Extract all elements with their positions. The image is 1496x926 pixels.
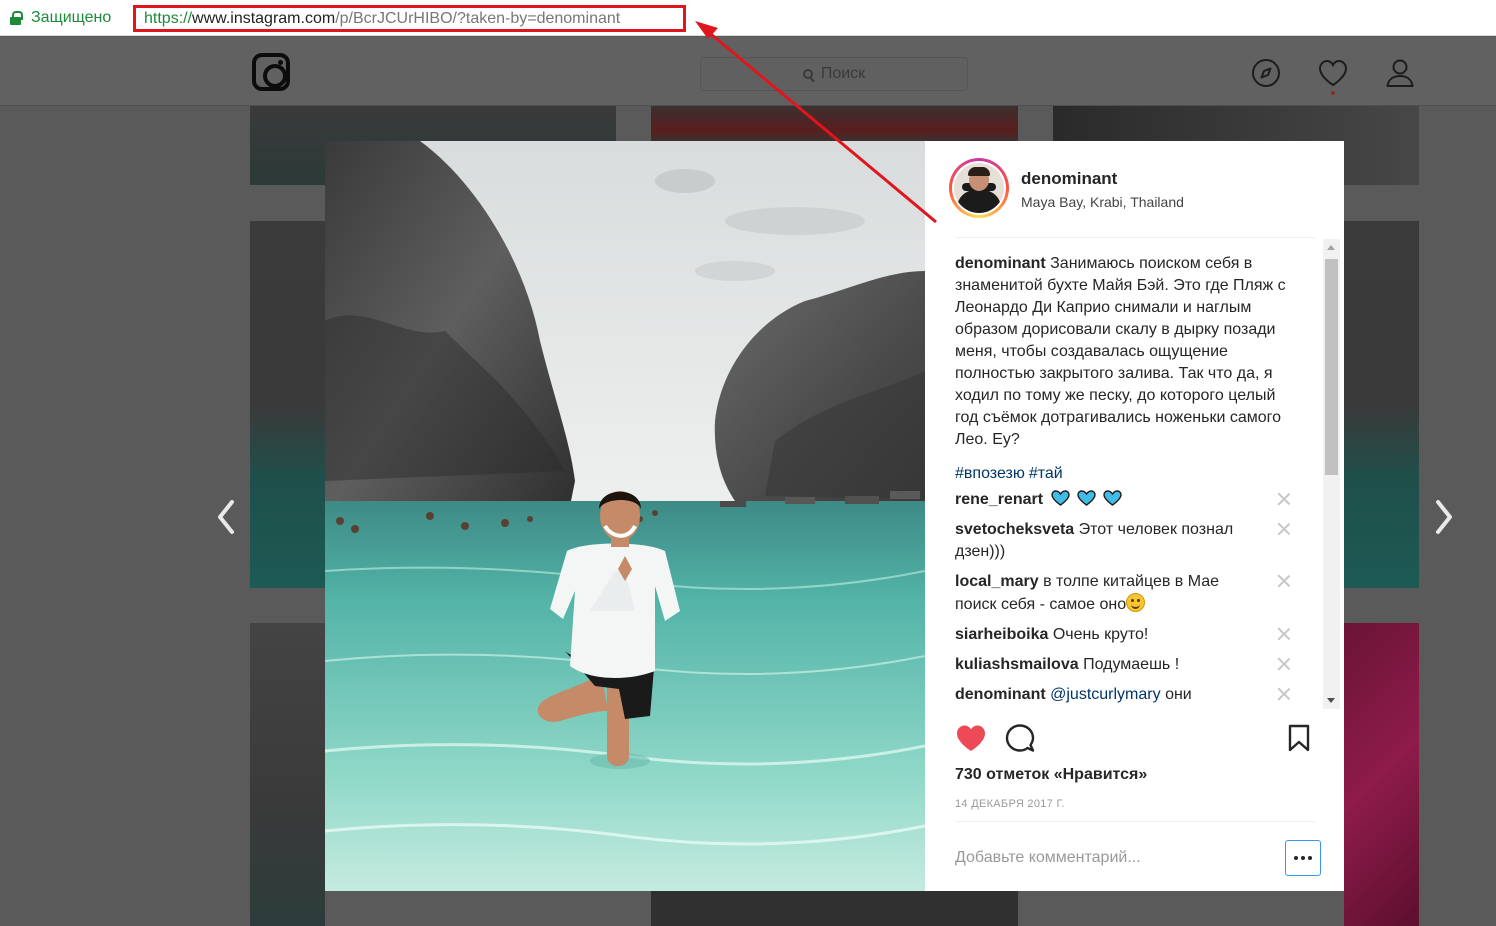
smile-emoji-icon: [1126, 593, 1146, 612]
grid-thumbnail[interactable]: [651, 891, 1018, 926]
post-header: denominant Maya Bay, Krabi, Thailand: [925, 141, 1344, 237]
comment-username[interactable]: rene_renart: [955, 491, 1043, 508]
lock-icon: [10, 11, 23, 25]
previous-post-arrow-icon[interactable]: [215, 498, 237, 536]
next-post-arrow-icon[interactable]: [1433, 498, 1455, 536]
blue-heart-emoji-icon: [1077, 490, 1096, 506]
secure-indicator[interactable]: Защищено: [10, 7, 111, 29]
comment-username[interactable]: svetocheksveta: [955, 521, 1074, 538]
comment-item: kuliashsmailova Подумаешь !: [955, 654, 1300, 676]
caption-text: Занимаюсь поиском себя в знаменитой бухт…: [955, 255, 1286, 448]
notification-dot: [1331, 91, 1335, 95]
blue-heart-emoji-icon: [1103, 490, 1123, 506]
comment-text: Подумаешь !: [1083, 656, 1180, 673]
post-caption: denominant Занимаюсь поиском себя в знам…: [955, 253, 1300, 451]
more-dot: [1308, 856, 1312, 860]
url-host: www.instagram.com: [192, 10, 336, 27]
grid-thumbnail[interactable]: [250, 623, 325, 926]
add-comment-input[interactable]: [955, 841, 1255, 875]
likes-count[interactable]: 730 отметок «Нравится»: [955, 766, 1147, 784]
avatar: [952, 161, 1006, 215]
comment-item: rene_renart: [955, 489, 1300, 511]
divider: [955, 237, 1315, 238]
instagram-header: Поиск: [0, 37, 1496, 106]
explore-compass-icon[interactable]: [1251, 58, 1281, 88]
secure-label: Защищено: [31, 9, 112, 26]
instagram-logo-icon[interactable]: [252, 53, 290, 91]
hashtag-link[interactable]: #впозезю: [955, 465, 1025, 482]
comment-username[interactable]: kuliashsmailova: [955, 656, 1079, 673]
comment-username[interactable]: denominant: [955, 686, 1046, 703]
search-placeholder: Поиск: [820, 65, 866, 82]
comment-bubble-icon[interactable]: [1005, 723, 1035, 753]
search-input[interactable]: Поиск: [700, 57, 968, 91]
url-protocol: https://: [144, 10, 193, 27]
comment-username[interactable]: local_mary: [955, 573, 1039, 590]
like-heart-icon[interactable]: [955, 723, 987, 753]
more-options-button[interactable]: [1285, 840, 1321, 876]
grid-thumbnail[interactable]: [250, 221, 325, 588]
divider: [955, 821, 1315, 822]
comment-text: Очень круто!: [1052, 626, 1149, 643]
beach-photo-illustration: [325, 141, 925, 891]
more-dot: [1294, 856, 1298, 860]
post-modal: denominant Maya Bay, Krabi, Thailand den…: [325, 141, 1344, 891]
url-field[interactable]: https://www.instagram.com/p/BcrJCUrHIBO/…: [133, 5, 686, 32]
grid-thumbnail[interactable]: [1344, 221, 1419, 588]
more-dot: [1301, 856, 1305, 860]
post-username[interactable]: denominant: [1021, 169, 1117, 189]
story-ring[interactable]: [949, 158, 1009, 218]
scroll-up-arrow-icon[interactable]: [1327, 245, 1335, 250]
comment-item: siarheiboika Очень круто!: [955, 624, 1300, 646]
search-icon: [802, 69, 813, 79]
grid-thumbnail[interactable]: [1344, 623, 1419, 926]
delete-comment-icon[interactable]: [1276, 491, 1292, 507]
post-side-panel: denominant Maya Bay, Krabi, Thailand den…: [925, 141, 1344, 891]
profile-person-icon[interactable]: [1385, 58, 1415, 88]
hashtags: #впозезю #тай: [955, 463, 1300, 485]
delete-comment-icon[interactable]: [1276, 686, 1292, 702]
activity-heart-icon[interactable]: [1317, 58, 1349, 88]
scroll-thumb[interactable]: [1325, 259, 1338, 475]
delete-comment-icon[interactable]: [1276, 521, 1292, 537]
caption-username[interactable]: denominant: [955, 255, 1046, 272]
comment-username[interactable]: siarheiboika: [955, 626, 1048, 643]
hashtag-link[interactable]: #тай: [1029, 465, 1063, 482]
browser-address-bar: Защищено https://www.instagram.com/p/Bcr…: [0, 0, 1496, 36]
grid-thumbnail[interactable]: [651, 106, 1018, 141]
scroll-down-arrow-icon[interactable]: [1327, 698, 1335, 703]
post-location[interactable]: Maya Bay, Krabi, Thailand: [1021, 194, 1184, 210]
comments-scrollbar[interactable]: [1323, 239, 1340, 709]
post-date: 14 ДЕКАБРЯ 2017 Г.: [955, 798, 1065, 810]
delete-comment-icon[interactable]: [1276, 626, 1292, 642]
comment-item: local_mary в толпе китайцев в Мае поиск …: [955, 571, 1300, 616]
save-bookmark-icon[interactable]: [1287, 723, 1311, 753]
post-actions: [955, 723, 1315, 759]
blue-heart-emoji-icon: [1050, 490, 1070, 506]
comments-list: denominant Занимаюсь поиском себя в знам…: [955, 253, 1300, 711]
comment-item: denominant @justcurlymary они: [955, 684, 1300, 706]
url-path: /p/BcrJCUrHIBO/?taken-by=denominant: [335, 10, 621, 27]
comment-text: они: [1165, 686, 1192, 703]
delete-comment-icon[interactable]: [1276, 573, 1292, 589]
comment-mention[interactable]: @justcurlymary: [1050, 686, 1160, 703]
comment-item: svetocheksveta Этот человек познал дзен)…: [955, 519, 1300, 563]
post-photo[interactable]: [325, 141, 925, 891]
avatar-photo: [954, 163, 1004, 213]
delete-comment-icon[interactable]: [1276, 656, 1292, 672]
